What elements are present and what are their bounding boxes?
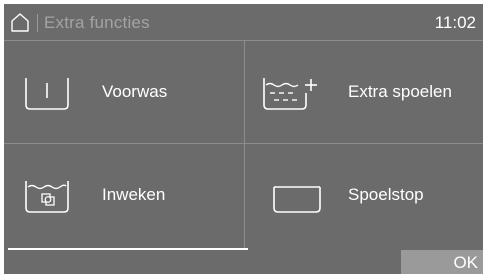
rinse-hold-icon bbox=[273, 186, 321, 213]
option-label-rinse-hold: Spoelstop bbox=[348, 185, 424, 204]
header-separator bbox=[37, 14, 38, 32]
option-label-prewash: Voorwas bbox=[102, 82, 168, 101]
option-label-extra-rinse: Extra spoelen bbox=[348, 82, 452, 101]
clock: 11:02 bbox=[434, 13, 476, 32]
ok-button-label: OK bbox=[453, 253, 478, 272]
ok-button[interactable]: OK bbox=[401, 250, 483, 274]
option-soak[interactable]: Inweken bbox=[4, 144, 243, 250]
option-extra-rinse[interactable]: Extra spoelen bbox=[244, 41, 483, 147]
display-screen: Extra functies 11:02 Voorwas Extra spoel… bbox=[4, 4, 483, 274]
option-prewash[interactable]: Voorwas bbox=[4, 41, 243, 147]
extra-rinse-icon bbox=[263, 78, 317, 110]
prewash-icon bbox=[25, 78, 69, 110]
header-bar: Extra functies 11:02 bbox=[4, 4, 483, 40]
option-rinse-hold[interactable]: Spoelstop bbox=[244, 144, 483, 250]
home-icon[interactable] bbox=[10, 12, 30, 32]
soak-icon bbox=[25, 181, 69, 213]
page-title: Extra functies bbox=[44, 13, 150, 32]
option-label-soak: Inweken bbox=[102, 185, 166, 204]
page-indicator bbox=[8, 248, 248, 250]
